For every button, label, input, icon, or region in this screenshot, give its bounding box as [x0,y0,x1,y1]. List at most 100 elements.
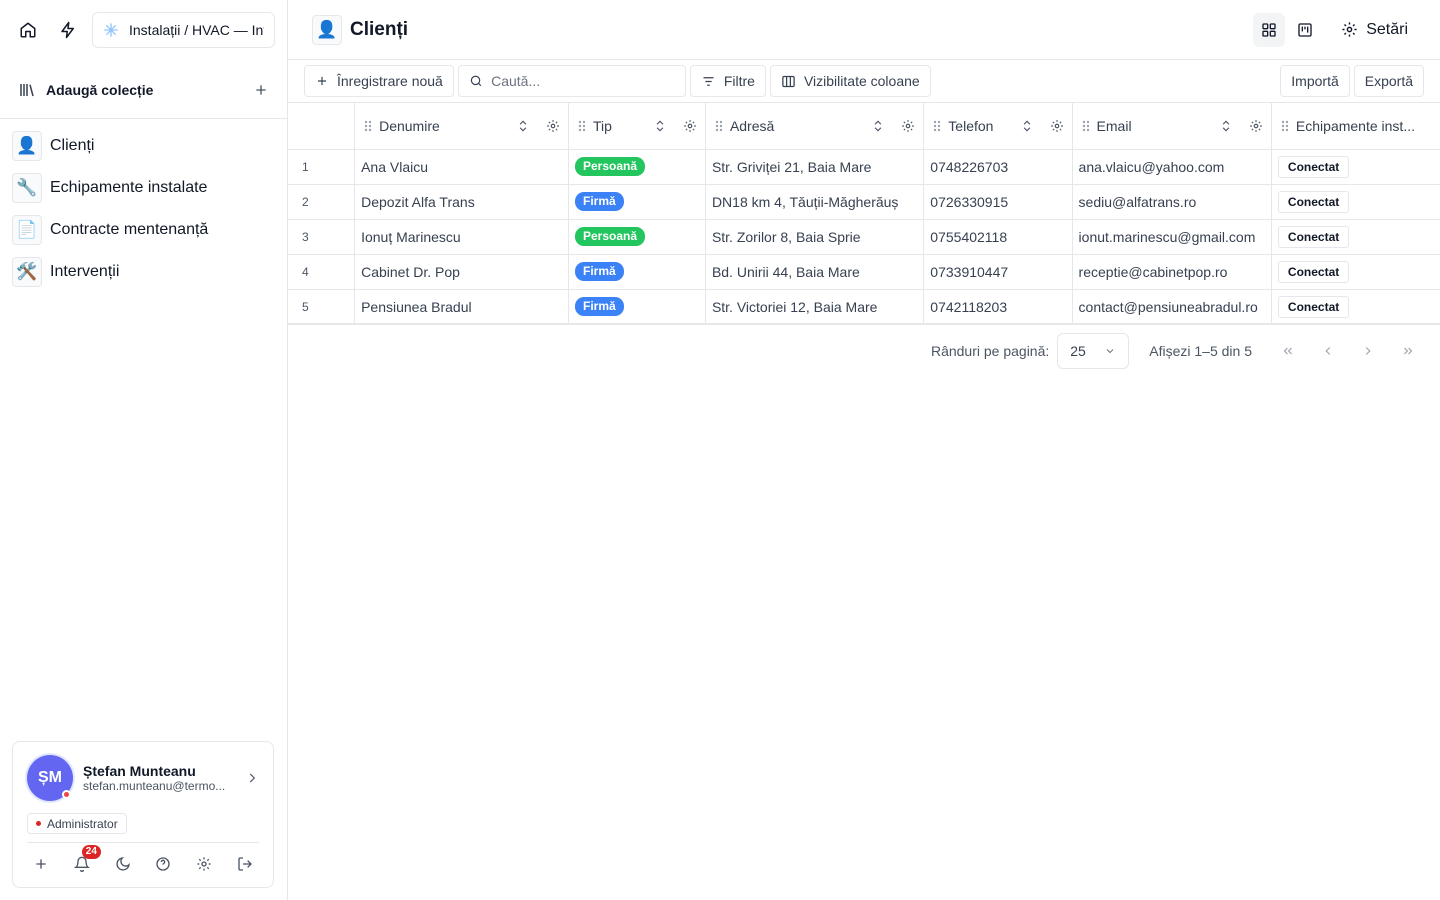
name-cell[interactable]: Cabinet Dr. Pop [354,254,569,290]
connected-button[interactable]: Conectat [1277,190,1350,213]
name-cell[interactable]: Ionuț Marinescu [354,219,569,255]
import-button[interactable]: Importă [1280,65,1350,97]
column-header-adresa[interactable]: Adresă [705,103,925,150]
phone-cell[interactable]: 0748226703 [923,149,1073,185]
column-header-echipamente[interactable]: Echipamente inst... [1271,103,1440,150]
drag-handle-icon[interactable] [363,119,373,133]
user-name: Ștefan Munteanu [83,763,196,779]
sort-icon[interactable] [516,119,530,133]
address-cell[interactable]: Bd. Unirii 44, Baia Mare [705,254,925,290]
connected-button[interactable]: Conectat [1277,295,1350,318]
connected-button[interactable]: Conectat [1277,225,1350,248]
email-cell[interactable]: sediu@alfatrans.ro [1072,184,1272,220]
grid-view-button[interactable] [1253,12,1286,47]
lightning-icon [61,21,74,39]
home-button[interactable] [12,14,44,46]
drag-handle-icon[interactable] [932,119,942,133]
sort-icon[interactable] [1219,119,1233,133]
settings-button[interactable]: Setări [1333,13,1416,47]
email-cell[interactable]: contact@pensiuneabradul.ro [1072,289,1272,323]
user-email: stefan.munteanu@termo... [83,779,226,793]
phone-cell[interactable]: 0742118203 [923,289,1073,323]
workspace-selector[interactable]: Instalații / HVAC — Intervenții [92,12,275,48]
type-cell[interactable]: Firmă [568,289,706,323]
tools-icon: 🛠️ [12,257,42,287]
wrench-icon: 🔧 [12,173,42,203]
column-settings-icon[interactable] [1050,119,1064,133]
name-cell[interactable]: Pensiunea Bradul [354,289,569,323]
rows-per-page-label: Rânduri pe pagină: [930,343,1050,359]
email-cell[interactable]: ana.vlaicu@yahoo.com [1072,149,1272,185]
sidebar-item-contracte[interactable]: 📄 Contracte mentenanță [12,212,275,248]
email-cell[interactable]: ionut.marinescu@gmail.com [1072,219,1272,255]
connected-button[interactable]: Conectat [1277,155,1350,178]
sidebar-item-echipamente[interactable]: 🔧 Echipamente instalate [12,170,275,206]
email-cell[interactable]: receptie@cabinetpop.ro [1072,254,1272,290]
first-page-button[interactable] [1272,335,1304,367]
drag-handle-icon[interactable] [1081,119,1091,133]
name-cell[interactable]: Ana Vlaicu [354,149,569,185]
column-settings-icon[interactable] [1249,119,1263,133]
user-settings-button[interactable] [190,850,218,878]
table-row[interactable]: 3 Ionuț Marinescu Persoană Str. Zorilor 8, … [288,219,1440,255]
add-button[interactable] [27,850,55,878]
name-cell[interactable]: Depozit Alfa Trans [354,184,569,220]
type-cell[interactable]: Persoană [568,149,706,185]
new-record-button[interactable]: Înregistrare nouă [304,65,454,97]
connected-button[interactable]: Conectat [1277,260,1350,283]
column-label: Email [1096,117,1132,134]
table-row[interactable]: 5 Pensiunea Bradul Firmă Str. Victoriei 12,… [288,289,1440,323]
phone-cell[interactable]: 0733910447 [923,254,1073,290]
document-icon: 📄 [12,215,42,245]
type-cell[interactable]: Firmă [568,184,706,220]
last-page-button[interactable] [1392,335,1424,367]
address-cell[interactable]: Str. Griviței 21, Baia Mare [705,149,925,185]
column-header-denumire[interactable]: Denumire [354,103,569,150]
column-header-email[interactable]: Email [1072,103,1272,150]
sort-icon[interactable] [871,119,885,133]
address: Bd. Unirii 44, Baia Mare [711,263,860,280]
table-row[interactable]: 2 Depozit Alfa Trans Firmă DN18 km 4, Tăuți… [288,184,1440,220]
column-settings-icon[interactable] [546,119,560,133]
sort-icon[interactable] [653,119,667,133]
next-page-button[interactable] [1352,335,1384,367]
table-toolbar: Înregistrare nouă Filtre Vizibilitate co… [304,64,1424,98]
help-button[interactable] [149,850,177,878]
address-cell[interactable]: Str. Victoriei 12, Baia Mare [705,289,925,323]
drag-handle-icon[interactable] [1280,119,1290,133]
phone-cell[interactable]: 0755402118 [923,219,1073,255]
phone-cell[interactable]: 0726330915 [923,184,1073,220]
rows-per-page-select[interactable]: 25 [1057,333,1130,369]
row-number-cell: 5 [288,289,356,323]
kanban-view-button[interactable] [1289,13,1321,47]
filters-button[interactable]: Filtre [689,65,766,97]
address-cell[interactable]: DN18 km 4, Tăuții-Măgherăuș [705,184,925,220]
notifications-button[interactable]: 24 [68,845,101,878]
sidebar-item-clienti[interactable]: 👤 Clienți [12,128,275,164]
column-settings-icon[interactable] [683,119,697,133]
quick-actions-button[interactable] [52,14,84,46]
previous-page-button[interactable] [1312,335,1344,367]
table-row[interactable]: 4 Cabinet Dr. Pop Firmă Bd. Unirii 44, Baia… [288,254,1440,290]
search-input[interactable] [491,73,675,89]
drag-handle-icon[interactable] [714,119,724,133]
address-cell[interactable]: Str. Zorilor 8, Baia Sprie [705,219,925,255]
type-cell[interactable]: Firmă [568,254,706,290]
sidebar-item-label: Clienți [50,137,95,154]
type-cell[interactable]: Persoană [568,219,706,255]
sort-icon[interactable] [1020,119,1034,133]
table-row[interactable]: 1 Ana Vlaicu Persoană Str. Griviței 21, Bai… [288,149,1440,185]
logout-button[interactable] [231,850,259,878]
column-header-tip[interactable]: Tip [568,103,706,150]
column-visibility-button[interactable]: Vizibilitate coloane [769,65,931,97]
theme-toggle-button[interactable] [109,850,137,878]
collection-list: 👤 Clienți 🔧 Echipamente instalate 📄 Cont… [12,128,275,296]
search-box [457,65,686,97]
sidebar-item-interventii[interactable]: 🛠️ Intervenții [12,254,275,290]
add-collection-button[interactable]: Adaugă colecție [0,72,287,108]
column-settings-icon[interactable] [901,119,915,133]
user-profile-button[interactable]: ȘM Ștefan Munteanu stefan.munteanu@termo… [27,754,259,802]
column-header-telefon[interactable]: Telefon [923,103,1073,150]
drag-handle-icon[interactable] [577,119,587,133]
export-button[interactable]: Exportă [1353,65,1424,97]
